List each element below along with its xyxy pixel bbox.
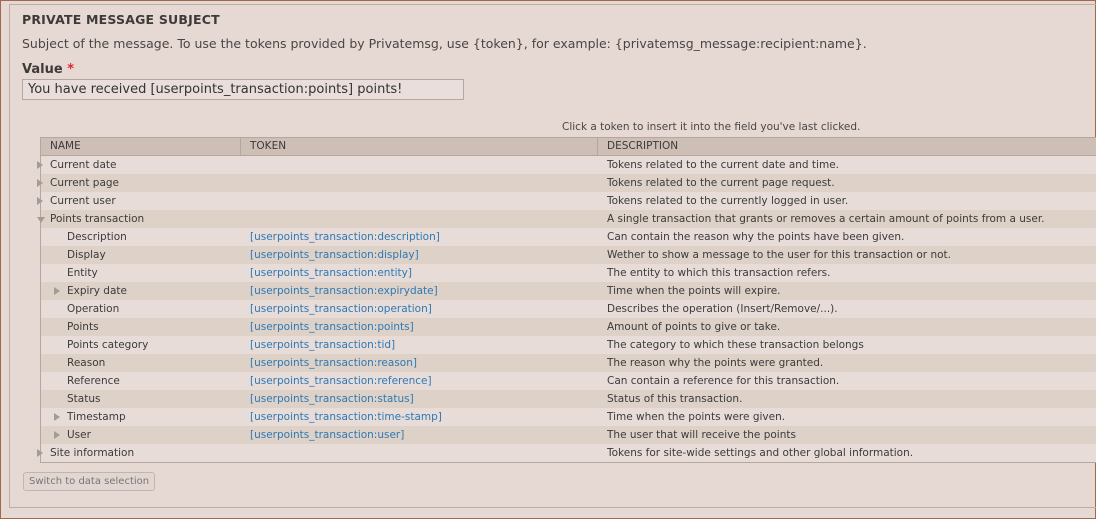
token-name: Reason: [67, 357, 106, 369]
fieldset-title: PRIVATE MESSAGE SUBJECT: [22, 12, 220, 27]
table-row[interactable]: Reference [userpoints_transaction:referen…: [41, 372, 1096, 390]
table-row[interactable]: Display [userpoints_transaction:display] W…: [41, 246, 1096, 264]
token-description: A single transaction that grants or remo…: [607, 213, 1045, 225]
table-row[interactable]: Timestamp [userpoints_transaction:time-st…: [41, 408, 1096, 426]
token-link[interactable]: [userpoints_transaction:reason]: [250, 354, 417, 372]
token-description: The category to which these transaction …: [607, 339, 864, 351]
table-row[interactable]: Points transaction A single transaction t…: [37, 210, 1096, 228]
token-name: Entity: [67, 267, 98, 279]
token-link[interactable]: [userpoints_transaction:expirydate]: [250, 282, 438, 300]
expand-triangle-icon[interactable]: [37, 197, 43, 205]
token-link[interactable]: [userpoints_transaction:reference]: [250, 372, 432, 390]
table-row[interactable]: Current date Tokens related to the curren…: [37, 156, 1096, 174]
expand-triangle-icon[interactable]: [37, 161, 43, 169]
token-link[interactable]: [userpoints_transaction:points]: [250, 318, 414, 336]
column-header-description: DESCRIPTION: [607, 140, 679, 152]
table-row[interactable]: Description [userpoints_transaction:descr…: [41, 228, 1096, 246]
expand-triangle-icon[interactable]: [54, 413, 60, 421]
token-name: Current user: [50, 195, 116, 207]
token-name: Current date: [50, 159, 117, 171]
token-link[interactable]: [userpoints_transaction:time-stamp]: [250, 408, 442, 426]
token-name: Points: [67, 321, 99, 333]
token-description: Amount of points to give or take.: [607, 321, 781, 333]
column-header-token: TOKEN: [250, 140, 287, 152]
token-name: Site information: [50, 447, 135, 459]
token-name: Points transaction: [50, 213, 145, 225]
value-label: Value *: [22, 62, 74, 77]
token-link[interactable]: [userpoints_transaction:display]: [250, 246, 419, 264]
token-description: Describes the operation (Insert/Remove/.…: [607, 303, 838, 315]
token-name: Description: [67, 231, 127, 243]
token-name: Operation: [67, 303, 120, 315]
token-name: Status: [67, 393, 101, 405]
token-link[interactable]: [userpoints_transaction:user]: [250, 426, 404, 444]
fieldset-description: Subject of the message. To use the token…: [22, 36, 867, 51]
token-description: Can contain the reason why the points ha…: [607, 231, 905, 243]
expand-triangle-icon[interactable]: [54, 287, 60, 295]
value-input[interactable]: You have received [userpoints_transactio…: [22, 79, 464, 100]
token-link[interactable]: [userpoints_transaction:status]: [250, 390, 414, 408]
column-header-name: NAME: [50, 140, 81, 152]
token-name: Expiry date: [67, 285, 127, 297]
token-description: Tokens related to the current date and t…: [607, 159, 839, 171]
token-description: The user that will receive the points: [607, 429, 796, 441]
table-row[interactable]: Operation [userpoints_transaction:operati…: [41, 300, 1096, 318]
table-row[interactable]: Status [userpoints_transaction:status] Sta…: [41, 390, 1096, 408]
token-name: Reference: [67, 375, 120, 387]
value-label-text: Value: [22, 62, 63, 77]
table-row[interactable]: Expiry date [userpoints_transaction:expir…: [41, 282, 1096, 300]
token-description: Wether to show a message to the user for…: [607, 249, 951, 261]
token-link[interactable]: [userpoints_transaction:description]: [250, 228, 440, 246]
token-name: Display: [67, 249, 106, 261]
table-row[interactable]: Entity [userpoints_transaction:entity] The…: [41, 264, 1096, 282]
token-description: Tokens for site-wide settings and other …: [607, 447, 914, 459]
switch-to-data-selection-button[interactable]: Switch to data selection: [23, 472, 156, 491]
table-row[interactable]: Points category [userpoints_transaction:t…: [41, 336, 1096, 354]
token-description: Tokens related to the current page reque…: [607, 177, 835, 189]
token-name: Timestamp: [67, 411, 126, 423]
token-description: Status of this transaction.: [607, 393, 743, 405]
table-row[interactable]: Current page Tokens related to the curren…: [37, 174, 1096, 192]
token-description: Time when the points were given.: [607, 411, 786, 423]
table-header: NAME TOKEN DESCRIPTION: [41, 138, 1096, 156]
table-row[interactable]: Current user Tokens related to the curren…: [37, 192, 1096, 210]
token-table: NAME TOKEN DESCRIPTION Current date Token…: [37, 137, 1096, 463]
expand-triangle-icon[interactable]: [37, 449, 43, 457]
token-description: Can contain a reference for this transac…: [607, 375, 840, 387]
token-description: Time when the points will expire.: [607, 285, 781, 297]
token-description: Tokens related to the currently logged i…: [607, 195, 849, 207]
token-hint: Click a token to insert it into the fiel…: [562, 121, 861, 133]
token-link[interactable]: [userpoints_transaction:tid]: [250, 336, 395, 354]
token-name: Current page: [50, 177, 119, 189]
table-row[interactable]: Site information Tokens for site-wide set…: [37, 444, 1096, 462]
expand-triangle-icon[interactable]: [54, 431, 60, 439]
collapse-triangle-icon[interactable]: [37, 217, 45, 223]
required-mark: *: [67, 62, 74, 77]
token-name: User: [67, 429, 91, 441]
token-link[interactable]: [userpoints_transaction:entity]: [250, 264, 412, 282]
token-link[interactable]: [userpoints_transaction:operation]: [250, 300, 432, 318]
token-description: The entity to which this transaction ref…: [607, 267, 831, 279]
token-description: The reason why the points were granted.: [607, 357, 824, 369]
expand-triangle-icon[interactable]: [37, 179, 43, 187]
table-row[interactable]: User [userpoints_transaction:user] The use…: [41, 426, 1096, 444]
token-name: Points category: [67, 339, 149, 351]
table-row[interactable]: Points [userpoints_transaction:points] Amo…: [41, 318, 1096, 336]
table-row[interactable]: Reason [userpoints_transaction:reason] The…: [41, 354, 1096, 372]
